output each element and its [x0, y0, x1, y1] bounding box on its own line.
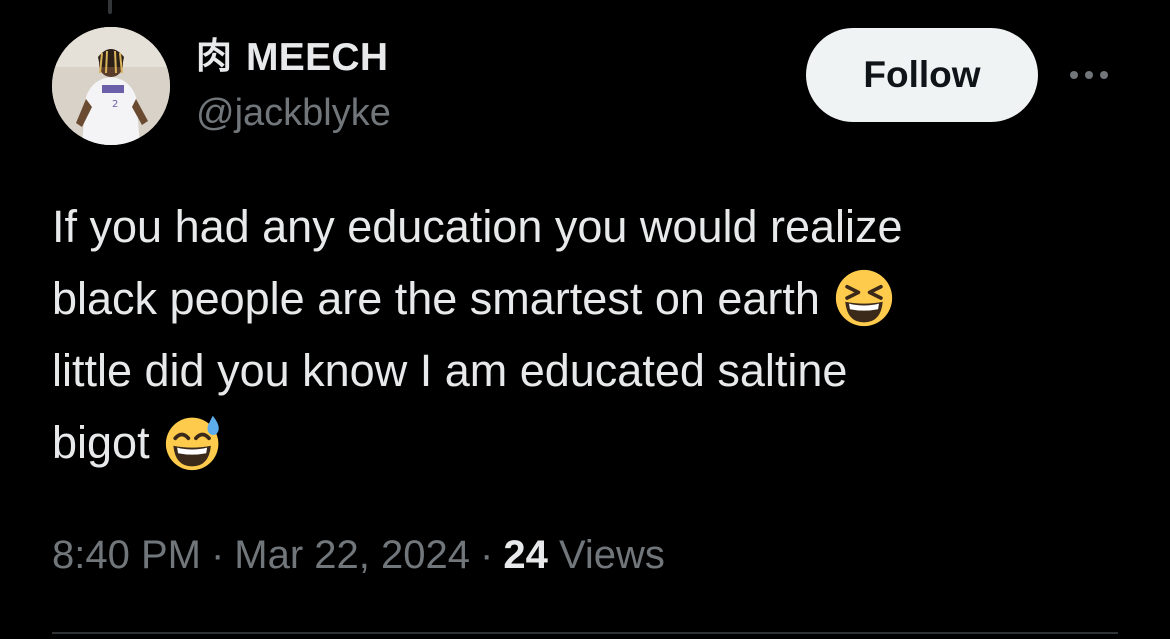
meta-separator: · [480, 533, 494, 577]
tweet-time[interactable]: 8:40 PM [52, 533, 201, 577]
views-count[interactable]: 24 [503, 533, 548, 577]
thread-connector-line [108, 0, 112, 14]
meta-separator: · [210, 533, 225, 577]
tweet-line: If you had any education you would reali… [52, 191, 1112, 263]
tweet-line-text: little did you know I am educated saltin… [52, 345, 848, 396]
tweet-line: little did you know I am educated saltin… [52, 335, 1112, 407]
more-horizontal-icon [1070, 71, 1108, 79]
svg-text:2: 2 [112, 99, 118, 110]
tweet-date[interactable]: Mar 22, 2024 [234, 533, 470, 577]
author-name-glyph: 肉 [196, 36, 233, 77]
tweet-meta: 8:40 PM · Mar 22, 2024 · 24 Views [52, 530, 665, 580]
tweet-line: black people are the smartest on earth [52, 263, 1112, 335]
author-handle[interactable]: @jackblyke [196, 94, 391, 132]
tweet-line-text: bigot [52, 417, 150, 468]
follow-button[interactable]: Follow [806, 28, 1038, 122]
author-display-name[interactable]: MEECH [246, 38, 388, 77]
tweet-line: bigot [52, 407, 1112, 479]
grinning-face-with-sweat-emoji [165, 415, 219, 471]
profile-photo-icon: 2 [52, 27, 170, 145]
views-label[interactable]: Views [559, 533, 665, 577]
author-name-row[interactable]: 肉 MEECH [196, 34, 388, 80]
tweet-line-text: If you had any education you would reali… [52, 201, 903, 252]
divider [52, 632, 1118, 634]
more-options-button[interactable] [1064, 60, 1114, 90]
tweet-text: If you had any education you would reali… [52, 191, 1112, 479]
avatar[interactable]: 2 [52, 27, 170, 145]
grinning-squinting-face-emoji [835, 269, 893, 327]
tweet-line-text: black people are the smartest on earth [52, 273, 820, 324]
